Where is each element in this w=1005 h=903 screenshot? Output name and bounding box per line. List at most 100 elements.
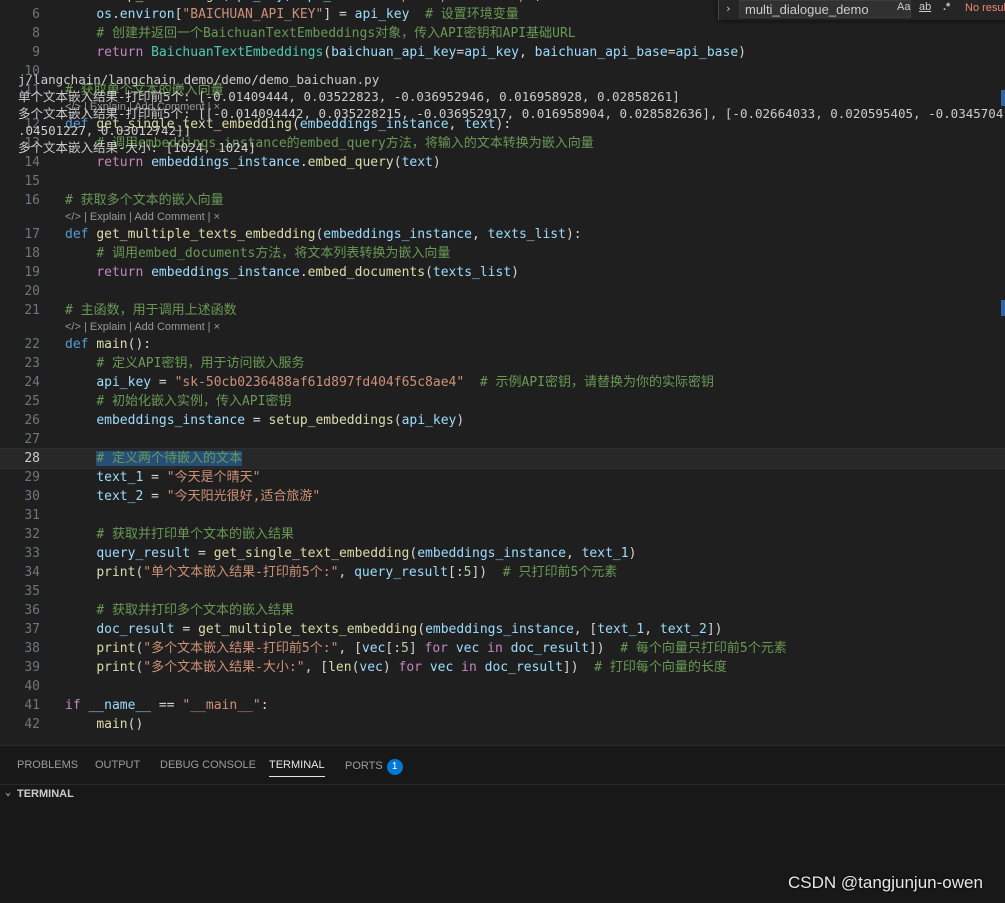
code-line[interactable]: 35 xyxy=(0,582,1005,601)
code-token: , [ xyxy=(573,622,598,637)
line-number: 17 xyxy=(24,227,40,242)
code-line[interactable]: 28 # 定义两个待嵌入的文本 xyxy=(0,448,1005,469)
code-token: = xyxy=(143,489,167,504)
code-text: def get_multiple_texts_embedding(embeddi… xyxy=(65,225,582,244)
line-number: 39 xyxy=(24,660,40,675)
code-line[interactable]: 21 # 主函数，用于调用上述函数 xyxy=(0,301,1005,320)
code-token: ( xyxy=(393,155,402,170)
code-token: print xyxy=(96,565,136,580)
code-token: vec xyxy=(361,641,386,656)
code-line[interactable]: 37 doc_result = get_multiple_texts_embed… xyxy=(0,620,1005,639)
code-line[interactable]: 40 xyxy=(0,677,1005,696)
codelens-row[interactable]: </> | Explain | Add Comment | × xyxy=(0,210,1005,225)
code-token: api_base xyxy=(675,45,739,60)
code-token: ] = xyxy=(323,7,355,22)
codelens-actions[interactable]: </> | Explain | Add Comment | × xyxy=(65,210,220,225)
codelens-actions[interactable]: </> | Explain | Add Comment | × xyxy=(65,320,220,335)
find-input[interactable]: multi_dialogue_demo xyxy=(739,0,911,18)
code-line[interactable]: 27 xyxy=(0,430,1005,449)
code-token: # 主函数，用于调用上述函数 xyxy=(65,303,237,318)
code-token: , xyxy=(284,0,300,3)
code-token: environ xyxy=(119,7,175,22)
code-token: for xyxy=(424,641,456,656)
code-line[interactable]: 17 def get_multiple_texts_embedding(embed… xyxy=(0,225,1005,244)
code-text: # 主函数，用于调用上述函数 xyxy=(65,301,237,320)
code-token: api_base xyxy=(300,0,363,3)
code-token: text_2 xyxy=(659,622,707,637)
code-token: ]) xyxy=(706,622,723,637)
code-line[interactable]: 41 if __name__ == "__main__": xyxy=(0,696,1005,715)
code-line[interactable]: 38 print("多个文本嵌入结果-打印前5个:", [vec[:5] for… xyxy=(0,639,1005,658)
code-token: "sk-50cb0236488af61d897fd404f65c8ae4" xyxy=(174,375,465,390)
codelens-row[interactable]: </> | Explain | Add Comment | × xyxy=(0,320,1005,335)
code-line[interactable]: 23 # 定义API密钥，用于访问嵌入服务 xyxy=(0,354,1005,373)
code-line[interactable]: 29 text_1 = "今天是个晴天" xyxy=(0,468,1005,487)
code-token: # 定义两个待嵌入的文本 xyxy=(96,451,242,466)
code-text: text_1 = "今天是个晴天" xyxy=(65,468,260,487)
chevron-right-icon[interactable]: › xyxy=(725,2,732,15)
code-text: # 调用embed_documents方法，将文本列表转换为嵌入向量 xyxy=(65,244,450,263)
code-token: embeddings_instance xyxy=(417,546,566,561)
tab-output[interactable]: OUTPUT xyxy=(95,759,140,771)
tab-debug-console[interactable]: DEBUG CONSOLE xyxy=(160,759,256,771)
code-token: embed_query xyxy=(307,155,394,170)
code-line[interactable]: 42 main() xyxy=(0,715,1005,734)
code-token: api_key xyxy=(401,413,457,428)
code-line[interactable]: 34 print("单个文本嵌入结果-打印前5个:", query_result… xyxy=(0,563,1005,582)
code-token: os xyxy=(96,7,112,22)
code-line[interactable]: 22 def main(): xyxy=(0,335,1005,354)
code-line[interactable]: 8 # 创建并返回一个BaichuanTextEmbeddings对象，传入AP… xyxy=(0,24,1005,43)
code-line[interactable]: 16 # 获取多个文本的嵌入向量 xyxy=(0,191,1005,210)
code-token: ]) xyxy=(562,660,595,675)
code-line[interactable]: 19 return embeddings_instance.embed_docu… xyxy=(0,263,1005,282)
code-line[interactable]: 24 api_key = "sk-50cb0236488af61d897fd40… xyxy=(0,373,1005,392)
code-token: ( xyxy=(323,45,332,60)
code-token: [: xyxy=(385,641,402,656)
code-line[interactable]: 9 return BaichuanTextEmbeddings(baichuan… xyxy=(0,43,1005,62)
code-text: main() xyxy=(65,715,143,734)
terminal-section-header[interactable]: ⌄ TERMINAL xyxy=(0,784,1005,805)
code-token: query_result xyxy=(96,546,191,561)
code-line[interactable]: 39 print("多个文本嵌入结果-大小:", [len(vec) for v… xyxy=(0,658,1005,677)
code-line[interactable]: 33 query_result = get_single_text_embedd… xyxy=(0,544,1005,563)
match-case-toggle[interactable]: Aa xyxy=(897,1,910,13)
code-token: BaichuanTextEmbeddings xyxy=(151,45,324,60)
code-text: api_key = "sk-50cb0236488af61d897fd404f6… xyxy=(65,373,714,392)
code-token: ): xyxy=(565,227,582,242)
line-number: 30 xyxy=(24,489,40,504)
match-word-toggle[interactable]: ab xyxy=(919,1,931,13)
line-number: 22 xyxy=(24,337,40,352)
line-number: 41 xyxy=(24,698,40,713)
code-token: api_key xyxy=(96,375,152,390)
code-token: text_1 xyxy=(581,546,629,561)
code-line[interactable]: 15 xyxy=(0,172,1005,191)
code-token: embeddings_instance xyxy=(323,227,473,242)
code-line[interactable]: 30 text_2 = "今天阳光很好,适合旅游" xyxy=(0,487,1005,506)
terminal-output[interactable]: j/langchain/langchain_demo/demo/demo_bai… xyxy=(18,71,1003,156)
chevron-down-icon[interactable]: ⌄ xyxy=(5,787,11,798)
code-line[interactable]: 31 xyxy=(0,506,1005,525)
tab-terminal[interactable]: TERMINAL xyxy=(269,759,325,777)
code-line[interactable]: 36 # 获取并打印多个文本的嵌入结果 xyxy=(0,601,1005,620)
code-line[interactable]: 18 # 调用embed_documents方法，将文本列表转换为嵌入向量 xyxy=(0,244,1005,263)
tab-problems[interactable]: PROBLEMS xyxy=(17,759,78,771)
code-token: doc_result xyxy=(484,660,563,675)
code-line[interactable]: 26 embeddings_instance = setup_embedding… xyxy=(0,411,1005,430)
regex-toggle[interactable]: .* xyxy=(943,1,950,13)
code-token: main xyxy=(96,337,128,352)
code-line[interactable]: 25 # 初始化嵌入实例，传入API密钥 xyxy=(0,392,1005,411)
tab-ports[interactable]: PORTS 1 xyxy=(345,759,403,775)
code-token: text_1 xyxy=(96,470,144,485)
code-line[interactable]: 32 # 获取并打印单个文本的嵌入结果 xyxy=(0,525,1005,544)
code-token: # 调用embed_documents方法，将文本列表转换为嵌入向量 xyxy=(96,246,451,261)
code-line[interactable]: 20 xyxy=(0,282,1005,301)
